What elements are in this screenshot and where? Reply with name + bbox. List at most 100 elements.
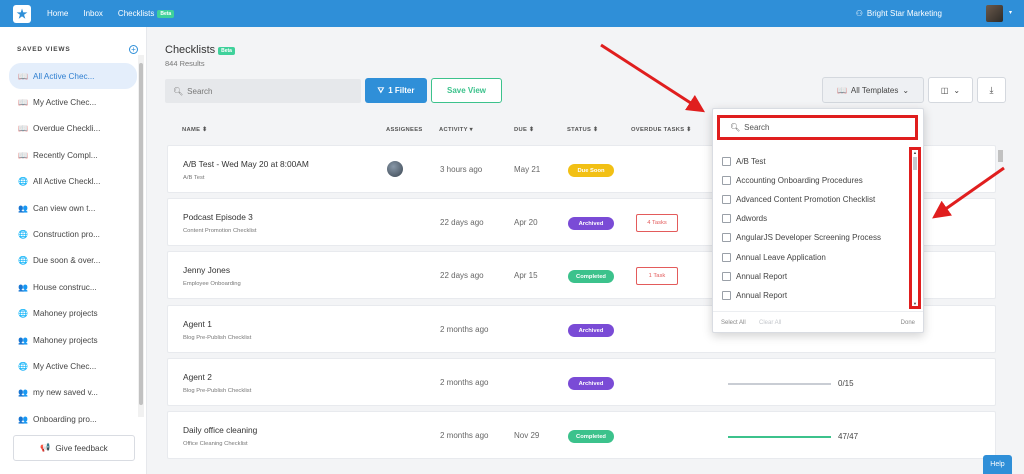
template-option-label: A/B Test — [736, 157, 766, 167]
sidebar-scrollbar[interactable] — [138, 55, 144, 417]
save-view-button[interactable]: Save View — [431, 78, 502, 103]
all-templates-button[interactable]: 📖 All Templates ⌄ — [822, 77, 924, 103]
users-icon: 👥 — [18, 388, 28, 398]
sidebar-item-view[interactable]: 👥 Mahoney projects — [9, 327, 137, 353]
organization-switcher[interactable]: ⚇ Bright Star Marketing — [856, 9, 942, 18]
overdue-tasks-badge[interactable]: 4 Tasks — [636, 214, 678, 232]
column-header-assignees: ASSIGNEES — [386, 127, 423, 133]
sidebar-item-view[interactable]: 👥 my new saved v... — [9, 380, 137, 406]
sidebar-item-label: My Active Chec... — [33, 98, 97, 108]
search-placeholder: Search — [187, 86, 213, 96]
user-avatar[interactable] — [986, 5, 1003, 22]
template-option[interactable]: AngularJS Developer Screening Process — [722, 228, 907, 247]
sidebar-item-view[interactable]: 🌐 My Active Chec... — [9, 353, 137, 379]
column-header-due[interactable]: DUE ⬍ — [514, 127, 534, 133]
checkbox[interactable] — [722, 290, 731, 300]
sidebar-item-view[interactable]: 🌐 Construction pro... — [9, 221, 137, 247]
column-header-overdue-tasks[interactable]: OVERDUE TASKS ⬍ — [631, 127, 691, 133]
all-templates-label: All Templates — [850, 85, 899, 95]
checkbox[interactable] — [722, 195, 731, 205]
give-feedback-label: Give feedback — [55, 443, 108, 453]
sidebar-item-label: All Active Chec... — [33, 71, 95, 81]
filter-button[interactable]: ⛛ 1 Filter — [365, 78, 427, 103]
template-option[interactable]: Annual Report — [722, 267, 907, 286]
checkbox[interactable] — [722, 176, 731, 186]
template-option[interactable]: A/B Test — [722, 152, 907, 171]
sidebar-item-view[interactable]: 🌐 Mahoney projects — [9, 301, 137, 327]
globe-icon: 🌐 — [18, 177, 28, 187]
organization-icon: ⚇ — [855, 9, 863, 18]
template-option-label: AngularJS Developer Screening Process — [736, 233, 881, 243]
sidebar-item-view[interactable]: 🌐 Due soon & over... — [9, 248, 137, 274]
sidebar-item-view[interactable]: 👥 House construc... — [9, 274, 137, 300]
checkbox[interactable] — [722, 214, 731, 224]
template-name: Blog Pre-Publish Checklist — [183, 388, 252, 394]
book-icon: 📖 — [18, 71, 28, 81]
give-feedback-button[interactable]: 📢 Give feedback — [13, 435, 135, 461]
columns-icon: ◫ — [940, 85, 949, 95]
star-logo-icon[interactable]: ★ — [13, 4, 31, 23]
checklist-name[interactable]: Agent 1 — [183, 319, 212, 329]
sidebar-item-label: Overdue Checkli... — [33, 124, 101, 134]
clear-all-button[interactable]: Clear All — [759, 320, 781, 326]
template-option[interactable]: Annual Report — [722, 286, 907, 305]
scroll-down-icon[interactable]: ▼ — [913, 301, 917, 306]
sidebar-item-label: Due soon & over... — [33, 256, 101, 266]
main-scrollbar[interactable] — [997, 145, 1004, 474]
table-row[interactable]: Daily office cleaning Office Cleaning Che… — [167, 411, 996, 459]
search-input[interactable]: 🔍︎ Search — [165, 79, 361, 103]
globe-icon: 🌐 — [18, 256, 28, 266]
checkbox[interactable] — [722, 157, 731, 167]
help-button[interactable]: Help — [983, 455, 1012, 474]
sidebar-item-view[interactable]: 👥 Onboarding pro... — [9, 406, 137, 432]
checkbox[interactable] — [722, 252, 731, 262]
users-icon: 👥 — [18, 282, 28, 292]
select-all-button[interactable]: Select All — [721, 320, 746, 326]
template-search-placeholder: Search — [744, 123, 770, 132]
template-option[interactable]: Advanced Content Promotion Checklist — [722, 190, 907, 209]
activity-time: 22 days ago — [440, 218, 484, 227]
checklist-name[interactable]: Agent 2 — [183, 372, 212, 382]
progress-label: 0/15 — [838, 379, 854, 388]
columns-button[interactable]: ◫ ⌄ — [928, 77, 973, 103]
nav-inbox[interactable]: Inbox — [83, 9, 103, 18]
add-view-icon[interactable]: + — [129, 45, 138, 54]
nav-checklists[interactable]: Checklists Beta — [118, 9, 175, 18]
column-header-status[interactable]: STATUS ⬍ — [567, 127, 598, 133]
column-header-activity[interactable]: ACTIVITY ▾ — [439, 127, 473, 133]
assignee-avatar[interactable] — [387, 161, 403, 177]
template-option[interactable]: Annual Leave Application — [722, 247, 907, 266]
template-name: Office Cleaning Checklist — [183, 441, 248, 447]
activity-time: 2 months ago — [440, 325, 489, 334]
column-header-name[interactable]: NAME ⬍ — [182, 127, 207, 133]
sidebar-item-view[interactable]: 📖 Recently Compl... — [9, 142, 137, 168]
sidebar-item-view[interactable]: 📖 Overdue Checkli... — [9, 116, 137, 142]
checklist-name[interactable]: Jenny Jones — [183, 265, 230, 275]
checkbox[interactable] — [722, 233, 731, 243]
sidebar-item-label: Mahoney projects — [33, 335, 98, 345]
sidebar-item-view[interactable]: 📖 All Active Chec... — [9, 63, 137, 90]
activity-time: 2 months ago — [440, 378, 489, 387]
done-button[interactable]: Done — [901, 320, 915, 326]
sidebar-item-view[interactable]: 👥 Can view own t... — [9, 195, 137, 221]
book-icon: 📖 — [18, 124, 28, 134]
checklist-name[interactable]: A/B Test - Wed May 20 at 8:00AM — [183, 159, 309, 169]
template-search-input[interactable]: 🔍︎ Search — [717, 115, 918, 140]
sidebar-item-view[interactable]: 📖 My Active Chec... — [9, 89, 137, 115]
download-button[interactable]: ⤓ — [977, 77, 1006, 103]
search-icon: 🔍︎ — [730, 123, 741, 132]
sidebar-item-view[interactable]: 🌐 All Active Checkl... — [9, 169, 137, 195]
table-row[interactable]: Agent 2 Blog Pre-Publish Checklist 2 month… — [167, 358, 996, 406]
checklist-name[interactable]: Daily office cleaning — [183, 425, 257, 435]
page-title-text: Checklists — [165, 44, 216, 56]
template-option[interactable]: Accounting Onboarding Procedures — [722, 171, 907, 190]
checkbox[interactable] — [722, 271, 731, 281]
scroll-up-icon[interactable]: ▲ — [913, 150, 917, 155]
overdue-tasks-badge[interactable]: 1 Task — [636, 267, 678, 285]
checklist-name[interactable]: Podcast Episode 3 — [183, 212, 253, 222]
template-option[interactable]: Adwords — [722, 209, 907, 228]
nav-home[interactable]: Home — [47, 9, 68, 18]
dropdown-scrollbar[interactable]: ▲ ▼ — [909, 147, 921, 309]
users-icon: 👥 — [18, 335, 28, 345]
chevron-down-icon[interactable]: ▾ — [1009, 9, 1012, 16]
